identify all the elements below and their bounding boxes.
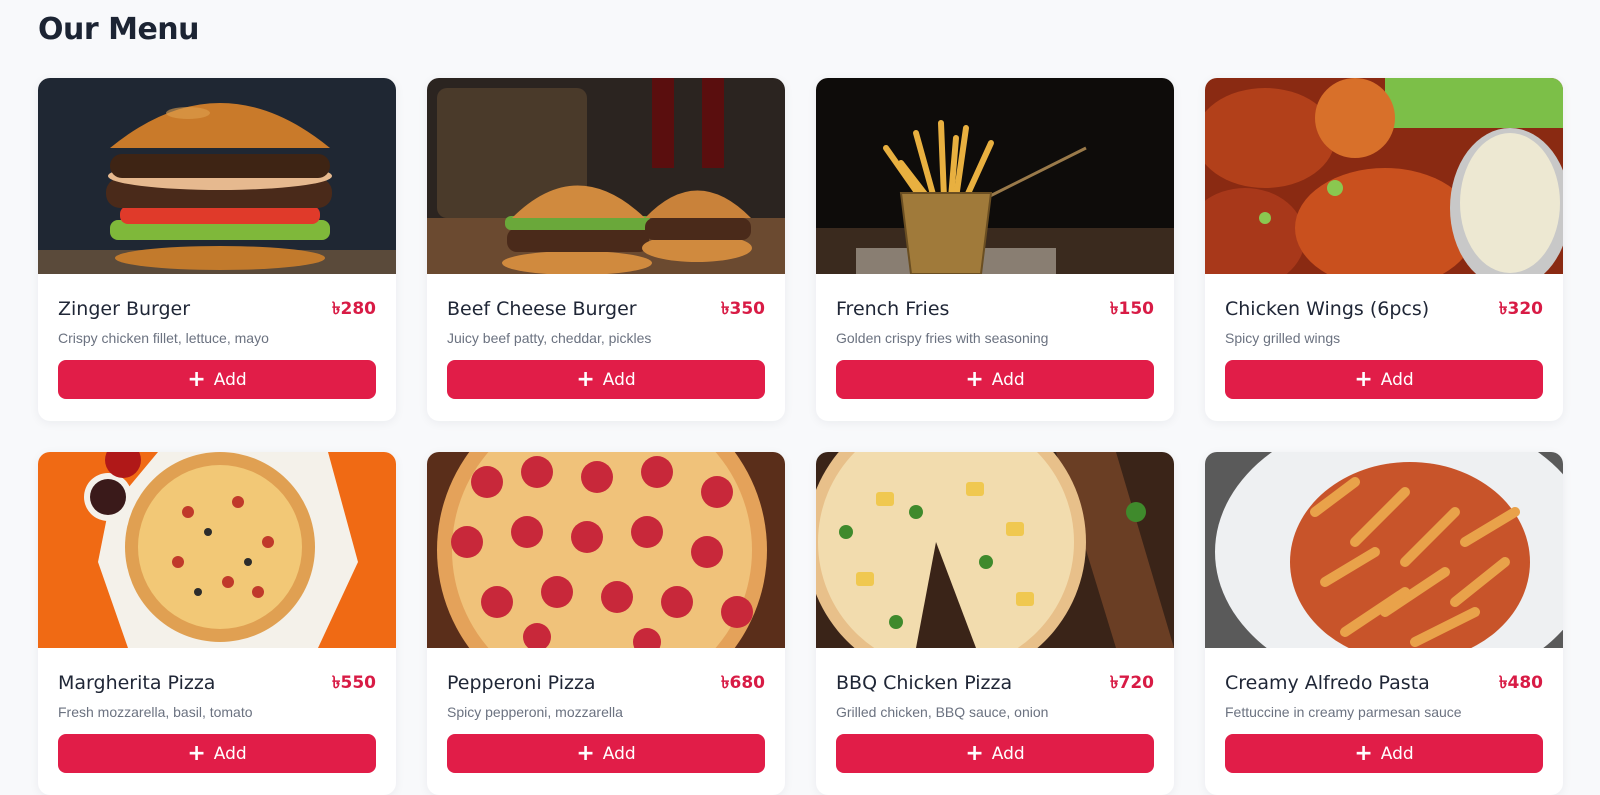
add-button-label: Add [602, 743, 636, 764]
item-name: Margherita Pizza [58, 672, 216, 694]
menu-card-chicken-wings: Chicken Wings (6pcs) ৳320 Spicy grilled … [1205, 78, 1563, 421]
menu-card-bbq-chicken-pizza: BBQ Chicken Pizza ৳720 Grilled chicken, … [816, 452, 1174, 795]
plus-icon: + [187, 366, 206, 392]
margherita-photo [38, 452, 396, 648]
fries-photo [816, 78, 1174, 274]
menu-card-pepperoni-pizza: Pepperoni Pizza ৳680 Spicy pepperoni, mo… [427, 452, 785, 795]
add-button-label: Add [602, 369, 636, 390]
menu-card-zinger-burger: Zinger Burger ৳280 Crispy chicken fillet… [38, 78, 396, 421]
item-name: BBQ Chicken Pizza [836, 672, 1013, 694]
item-price: ৳280 [332, 299, 376, 319]
add-button-label: Add [991, 369, 1025, 390]
item-price: ৳680 [721, 673, 765, 693]
add-to-cart-button[interactable]: + Add [1225, 360, 1543, 399]
add-to-cart-button[interactable]: + Add [58, 360, 376, 399]
burger-pair-photo [427, 78, 785, 274]
menu-card-margherita-pizza: Margherita Pizza ৳550 Fresh mozzarella, … [38, 452, 396, 795]
item-name: Zinger Burger [58, 298, 191, 320]
item-description: Grilled chicken, BBQ sauce, onion [836, 704, 1049, 720]
add-to-cart-button[interactable]: + Add [447, 360, 765, 399]
item-description: Fettuccine in creamy parmesan sauce [1225, 704, 1462, 720]
add-button-label: Add [213, 369, 247, 390]
item-name: Chicken Wings (6pcs) [1225, 298, 1430, 320]
item-price: ৳720 [1110, 673, 1154, 693]
page-title: Our Menu [38, 12, 200, 47]
plus-icon: + [576, 366, 595, 392]
plus-icon: + [965, 366, 984, 392]
item-description: Golden crispy fries with seasoning [836, 330, 1049, 346]
add-button-label: Add [1380, 369, 1414, 390]
item-price: ৳480 [1499, 673, 1543, 693]
add-button-label: Add [1380, 743, 1414, 764]
item-description: Fresh mozzarella, basil, tomato [58, 704, 253, 720]
item-description: Crispy chicken fillet, lettuce, mayo [58, 330, 269, 346]
item-name: Pepperoni Pizza [447, 672, 596, 694]
add-to-cart-button[interactable]: + Add [836, 360, 1154, 399]
plus-icon: + [1354, 740, 1373, 766]
wings-photo [1205, 78, 1563, 274]
plus-icon: + [576, 740, 595, 766]
plus-icon: + [1354, 366, 1373, 392]
menu-grid: Zinger Burger ৳280 Crispy chicken fillet… [38, 78, 1563, 795]
burger-photo [38, 78, 396, 274]
item-description: Spicy pepperoni, mozzarella [447, 704, 623, 720]
pasta-photo [1205, 452, 1563, 648]
menu-page: Our Menu Zinger Burger ৳280 Crispy chick… [0, 0, 1600, 795]
plus-icon: + [965, 740, 984, 766]
item-price: ৳320 [1499, 299, 1543, 319]
add-button-label: Add [213, 743, 247, 764]
item-name: French Fries [836, 298, 950, 320]
add-to-cart-button[interactable]: + Add [836, 734, 1154, 773]
item-price: ৳350 [721, 299, 765, 319]
add-to-cart-button[interactable]: + Add [1225, 734, 1543, 773]
pepperoni-photo [427, 452, 785, 648]
menu-card-french-fries: French Fries ৳150 Golden crispy fries wi… [816, 78, 1174, 421]
menu-card-beef-cheese-burger: Beef Cheese Burger ৳350 Juicy beef patty… [427, 78, 785, 421]
item-price: ৳150 [1110, 299, 1154, 319]
item-description: Juicy beef patty, cheddar, pickles [447, 330, 652, 346]
item-price: ৳550 [332, 673, 376, 693]
item-name: Creamy Alfredo Pasta [1225, 672, 1430, 694]
add-to-cart-button[interactable]: + Add [58, 734, 376, 773]
item-description: Spicy grilled wings [1225, 330, 1341, 346]
add-button-label: Add [991, 743, 1025, 764]
add-to-cart-button[interactable]: + Add [447, 734, 765, 773]
plus-icon: + [187, 740, 206, 766]
menu-card-creamy-alfredo-pasta: Creamy Alfredo Pasta ৳480 Fettuccine in … [1205, 452, 1563, 795]
bbq-pizza-photo [816, 452, 1174, 648]
item-name: Beef Cheese Burger [447, 298, 637, 320]
